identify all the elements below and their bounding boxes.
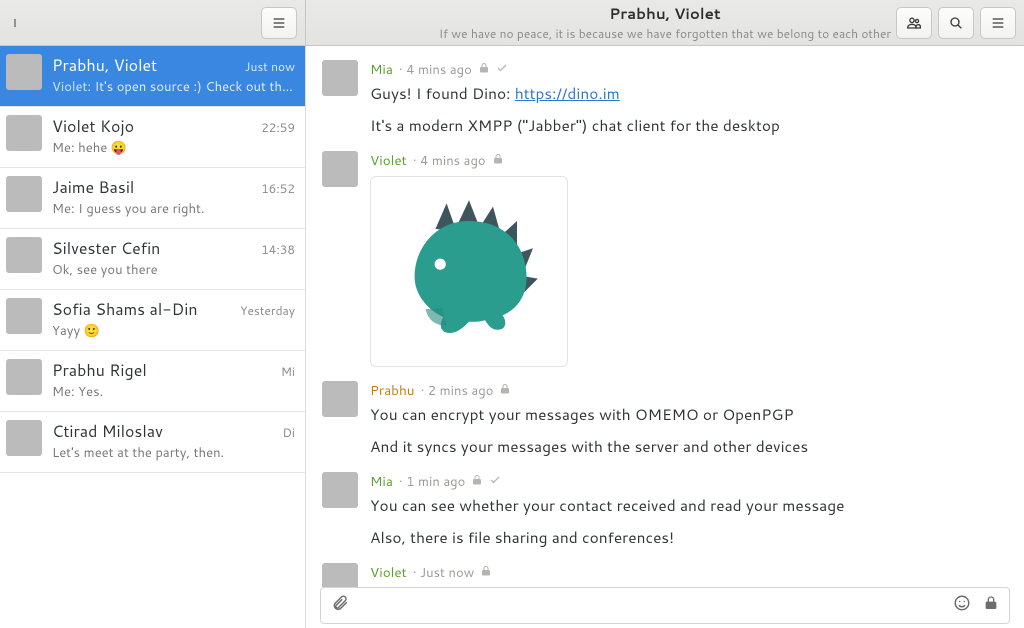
conversation-preview: Me: Yes. bbox=[52, 383, 295, 401]
attach-button[interactable] bbox=[331, 594, 349, 617]
message: Mia · 4 mins ago Guys! I found Dino: https… bbox=[322, 60, 1002, 137]
conversation-time: 14:38 bbox=[261, 241, 295, 258]
avatar bbox=[6, 115, 42, 151]
message: Violet · 4 mins ago bbox=[322, 151, 1002, 367]
message-sender: Mia bbox=[370, 60, 393, 79]
message: Prabhu · 2 mins ago You can encrypt your m… bbox=[322, 381, 1002, 458]
lock-icon bbox=[471, 472, 483, 491]
sidebar-header bbox=[0, 0, 306, 45]
conversation-time: Mi bbox=[281, 363, 295, 380]
conversation-name: Sofia Shams al-Din bbox=[52, 298, 198, 321]
conversation-item[interactable]: Violet Kojo 22:59 Me: hehe 😛 bbox=[0, 107, 305, 168]
avatar bbox=[6, 54, 42, 90]
avatar bbox=[6, 176, 42, 212]
conversation-preview: Me: hehe 😛 bbox=[52, 139, 295, 157]
message-line: You can see whether your contact receive… bbox=[370, 493, 1002, 517]
avatar bbox=[6, 298, 42, 334]
sidebar-menu-button[interactable] bbox=[261, 7, 297, 39]
composer bbox=[320, 587, 1010, 624]
new-conversation-button[interactable] bbox=[8, 7, 22, 39]
message-link[interactable]: https://dino.im bbox=[515, 82, 620, 104]
headerbar: Prabhu, Violet If we have no peace, it i… bbox=[0, 0, 1024, 46]
conversation-name: Violet Kojo bbox=[52, 115, 134, 138]
conversation-list: Prabhu, Violet Just now Violet: It's open … bbox=[0, 46, 306, 628]
message-input[interactable] bbox=[359, 597, 943, 614]
participants-button[interactable] bbox=[896, 7, 932, 39]
check-icon bbox=[489, 472, 501, 491]
check-icon bbox=[496, 60, 508, 79]
avatar bbox=[6, 420, 42, 456]
message-line: You can encrypt your messages with OMEMO… bbox=[370, 402, 1002, 426]
avatar bbox=[322, 472, 358, 508]
message-sender: Prabhu bbox=[370, 381, 415, 400]
message-list: Mia · 4 mins ago Guys! I found Dino: https… bbox=[306, 46, 1024, 587]
message-sender: Mia bbox=[370, 472, 393, 491]
avatar bbox=[322, 381, 358, 417]
chat-pane: Mia · 4 mins ago Guys! I found Dino: https… bbox=[306, 46, 1024, 628]
message-sender: Violet bbox=[370, 151, 407, 170]
conversation-item[interactable]: Prabhu, Violet Just now Violet: It's open … bbox=[0, 46, 305, 107]
conversation-time: 16:52 bbox=[261, 180, 295, 197]
avatar bbox=[6, 359, 42, 395]
avatar bbox=[6, 237, 42, 273]
conversation-preview: Yayy 🙂 bbox=[52, 322, 295, 340]
message-timestamp: · 2 mins ago bbox=[421, 382, 494, 400]
lock-icon bbox=[480, 563, 492, 582]
chat-header: Prabhu, Violet If we have no peace, it i… bbox=[306, 0, 1024, 45]
main: Prabhu, Violet Just now Violet: It's open … bbox=[0, 46, 1024, 628]
conversation-name: Silvester Cefin bbox=[52, 237, 160, 260]
emoji-button[interactable] bbox=[953, 594, 971, 617]
message-timestamp: · Just now bbox=[413, 564, 475, 582]
message: Mia · 1 min ago You can see whether your c… bbox=[322, 472, 1002, 549]
conversation-item[interactable]: Sofia Shams al-Din Yesterday Yayy 🙂 bbox=[0, 290, 305, 351]
conversation-time: Just now bbox=[245, 58, 295, 75]
conversation-name: Jaime Basil bbox=[52, 176, 134, 199]
conversation-preview: Me: I guess you are right. bbox=[52, 200, 295, 218]
lock-icon bbox=[492, 151, 504, 170]
conversation-time: Yesterday bbox=[240, 302, 295, 319]
chat-menu-button[interactable] bbox=[980, 7, 1016, 39]
avatar bbox=[322, 151, 358, 187]
message-line: And it syncs your messages with the serv… bbox=[370, 434, 1002, 458]
avatar bbox=[322, 60, 358, 96]
conversation-preview: Ok, see you there bbox=[52, 261, 295, 279]
conversation-item[interactable]: Silvester Cefin 14:38 Ok, see you there bbox=[0, 229, 305, 290]
message-timestamp: · 4 mins ago bbox=[399, 61, 472, 79]
message-line: It's a modern XMPP ("Jabber") chat clien… bbox=[370, 113, 1002, 137]
conversation-time: Di bbox=[283, 424, 295, 441]
message: Violet· Just nowIt's open source :) Chec… bbox=[322, 563, 1002, 587]
conversation-name: Prabhu Rigel bbox=[52, 359, 147, 382]
message-timestamp: · 4 mins ago bbox=[413, 152, 486, 170]
message-sender: Violet bbox=[370, 563, 407, 582]
search-button[interactable] bbox=[938, 7, 974, 39]
conversation-name: Prabhu, Violet bbox=[52, 54, 157, 77]
lock-icon bbox=[478, 60, 490, 79]
message-image[interactable] bbox=[370, 176, 568, 367]
conversation-item[interactable]: Jaime Basil 16:52 Me: I guess you are righ… bbox=[0, 168, 305, 229]
message-line: Guys! I found Dino: https://dino.im bbox=[370, 81, 1002, 105]
conversation-preview: Violet: It's open source :) Check out th… bbox=[52, 78, 295, 96]
message-timestamp: · 1 min ago bbox=[399, 473, 465, 491]
avatar bbox=[322, 563, 358, 587]
conversation-time: 22:59 bbox=[261, 119, 295, 136]
conversation-item[interactable]: Prabhu Rigel Mi Me: Yes. bbox=[0, 351, 305, 412]
conversation-preview: Let's meet at the party, then. bbox=[52, 444, 295, 462]
encryption-button[interactable] bbox=[983, 595, 999, 616]
message-line: Also, there is file sharing and conferen… bbox=[370, 525, 1002, 549]
conversation-name: Ctirad Miloslav bbox=[52, 420, 163, 443]
lock-icon bbox=[499, 381, 511, 400]
conversation-item[interactable]: Ctirad Miloslav Di Let's meet at the party… bbox=[0, 412, 305, 473]
